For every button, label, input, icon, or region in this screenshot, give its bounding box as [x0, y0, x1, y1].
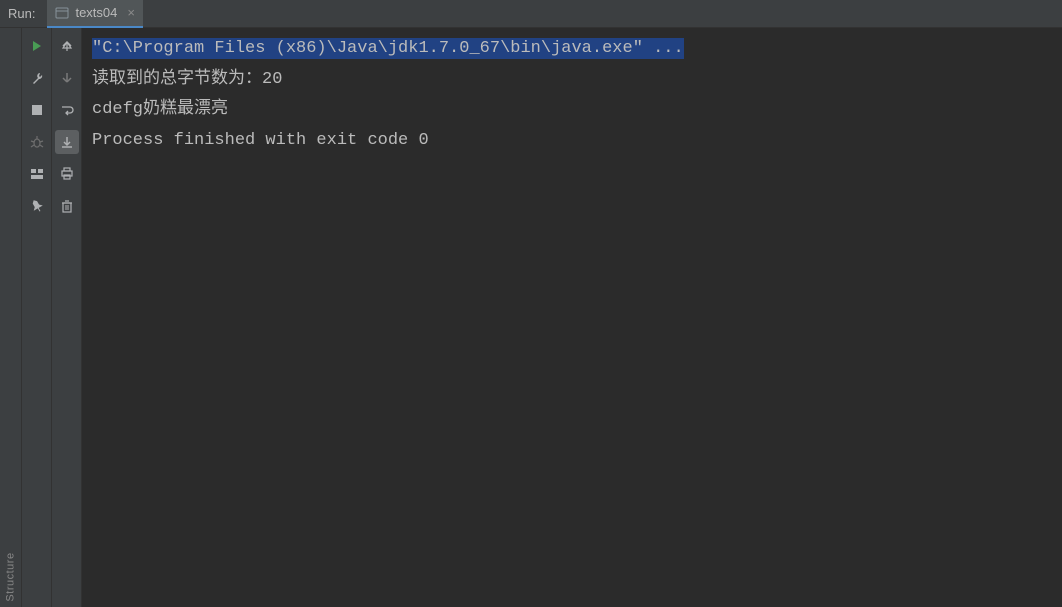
console-output[interactable]: "C:\Program Files (x86)\Java\jdk1.7.0_67… — [82, 28, 1062, 607]
wrench-button[interactable] — [25, 66, 49, 90]
tab-texts04[interactable]: texts04 × — [47, 0, 143, 28]
console-line-exit: Process finished with exit code 0 — [92, 131, 429, 150]
console-line-command: "C:\Program Files (x86)\Java\jdk1.7.0_67… — [92, 38, 684, 59]
structure-tool-label[interactable]: Structure — [5, 552, 17, 601]
main-area: Structure — [0, 28, 1062, 607]
nav-toolbar — [52, 28, 82, 607]
close-icon[interactable]: × — [127, 5, 135, 20]
down-arrow-button[interactable] — [55, 66, 79, 90]
console-line: 读取到的总字节数为：20 — [92, 70, 282, 89]
application-icon — [55, 6, 69, 20]
debug-button[interactable] — [25, 130, 49, 154]
soft-wrap-button[interactable] — [55, 98, 79, 122]
layout-button[interactable] — [25, 162, 49, 186]
tab-label: texts04 — [75, 5, 117, 20]
scroll-to-end-button[interactable] — [55, 130, 79, 154]
stop-button[interactable] — [25, 98, 49, 122]
rerun-button[interactable] — [25, 34, 49, 58]
print-button[interactable] — [55, 162, 79, 186]
console-line: cdefg奶糕最漂亮 — [92, 100, 228, 119]
up-arrow-button[interactable] — [55, 34, 79, 58]
action-toolbar — [22, 28, 52, 607]
tab-bar: Run: texts04 × — [0, 0, 1062, 28]
vertical-toolbar: Structure — [0, 28, 22, 607]
trash-button[interactable] — [55, 194, 79, 218]
pin-button[interactable] — [25, 194, 49, 218]
run-label: Run: — [8, 6, 35, 21]
